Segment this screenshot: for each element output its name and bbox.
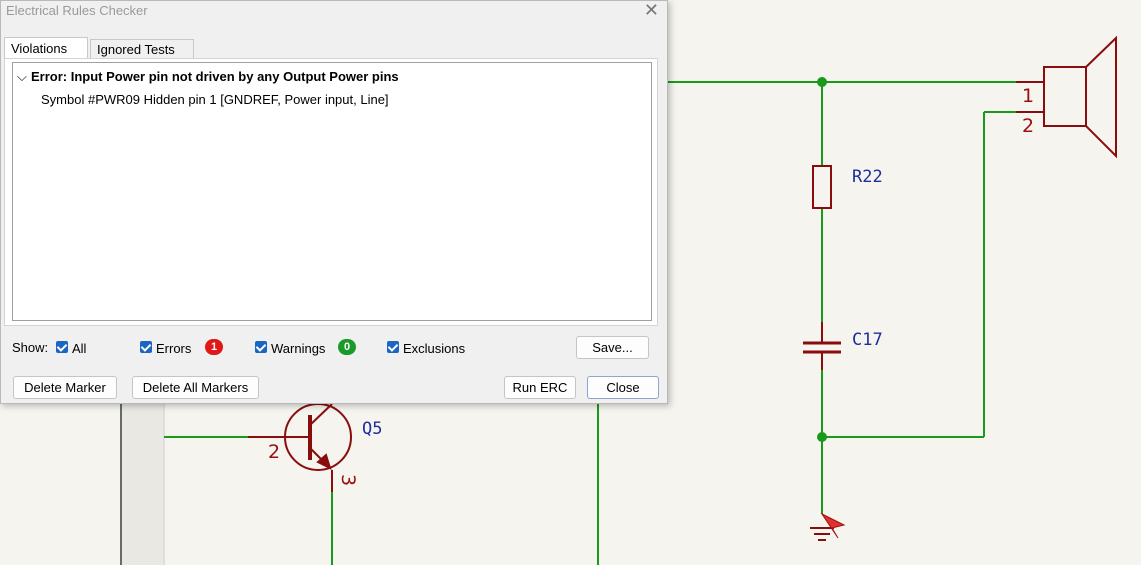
tab-ignored-tests[interactable]: Ignored Tests (1) — [90, 39, 194, 77]
r22-reference: R22 — [852, 167, 883, 187]
tab-violations[interactable]: Violations (1) — [4, 37, 88, 77]
erc-dialog: Electrical Rules Checker ✕ Violations (1… — [0, 0, 668, 404]
q5-reference: Q5 — [362, 419, 382, 439]
close-icon[interactable]: ✕ — [644, 0, 659, 21]
warnings-count-badge: 0 — [338, 339, 356, 355]
delete-all-markers-button[interactable]: Delete All Markers — [132, 376, 259, 399]
dialog-title: Electrical Rules Checker — [6, 3, 148, 18]
all-label: All — [72, 341, 87, 356]
q5-base-pin-label: 2 — [268, 441, 280, 463]
ground-symbol[interactable] — [810, 527, 834, 541]
warnings-label: Warnings — [271, 341, 326, 356]
all-checkbox[interactable] — [56, 341, 68, 353]
errors-count-badge: 1 — [205, 339, 223, 355]
run-erc-button[interactable]: Run ERC — [504, 376, 576, 399]
speaker-pin2-label: 2 — [1022, 115, 1034, 137]
exclusions-checkbox[interactable] — [387, 341, 399, 353]
titlebar: Electrical Rules Checker ✕ — [1, 0, 667, 23]
warnings-checkbox[interactable] — [255, 341, 267, 353]
capacitor-c17[interactable] — [803, 322, 841, 370]
violation-heading: Error: Input Power pin not driven by any… — [31, 69, 399, 84]
resistor-r22[interactable] — [812, 165, 832, 209]
violations-panel: ⌵ Error: Input Power pin not driven by an… — [4, 58, 658, 326]
errors-label: Errors — [156, 341, 192, 356]
delete-marker-button[interactable]: Delete Marker — [13, 376, 117, 399]
violations-tree[interactable]: ⌵ Error: Input Power pin not driven by an… — [12, 62, 652, 321]
chevron-down-icon[interactable]: ⌵ — [17, 69, 31, 85]
q5-emitter-pin-label: 3 — [337, 474, 359, 486]
errors-checkbox[interactable] — [140, 341, 152, 353]
junction-dot — [817, 77, 827, 87]
c17-reference: C17 — [852, 330, 883, 350]
junction-dot — [817, 432, 827, 442]
sheet-border-frame — [122, 400, 163, 565]
exclusions-label: Exclusions — [403, 341, 466, 356]
violation-item[interactable]: ⌵ Error: Input Power pin not driven by an… — [17, 69, 399, 85]
transistor-q5[interactable] — [248, 403, 352, 492]
violation-detail[interactable]: Symbol #PWR09 Hidden pin 1 [GNDREF, Powe… — [41, 92, 389, 107]
save-button[interactable]: Save... — [576, 336, 649, 359]
show-label: Show: — [12, 340, 49, 355]
speaker-pin1-label: 1 — [1022, 85, 1034, 107]
close-button[interactable]: Close — [587, 376, 659, 399]
